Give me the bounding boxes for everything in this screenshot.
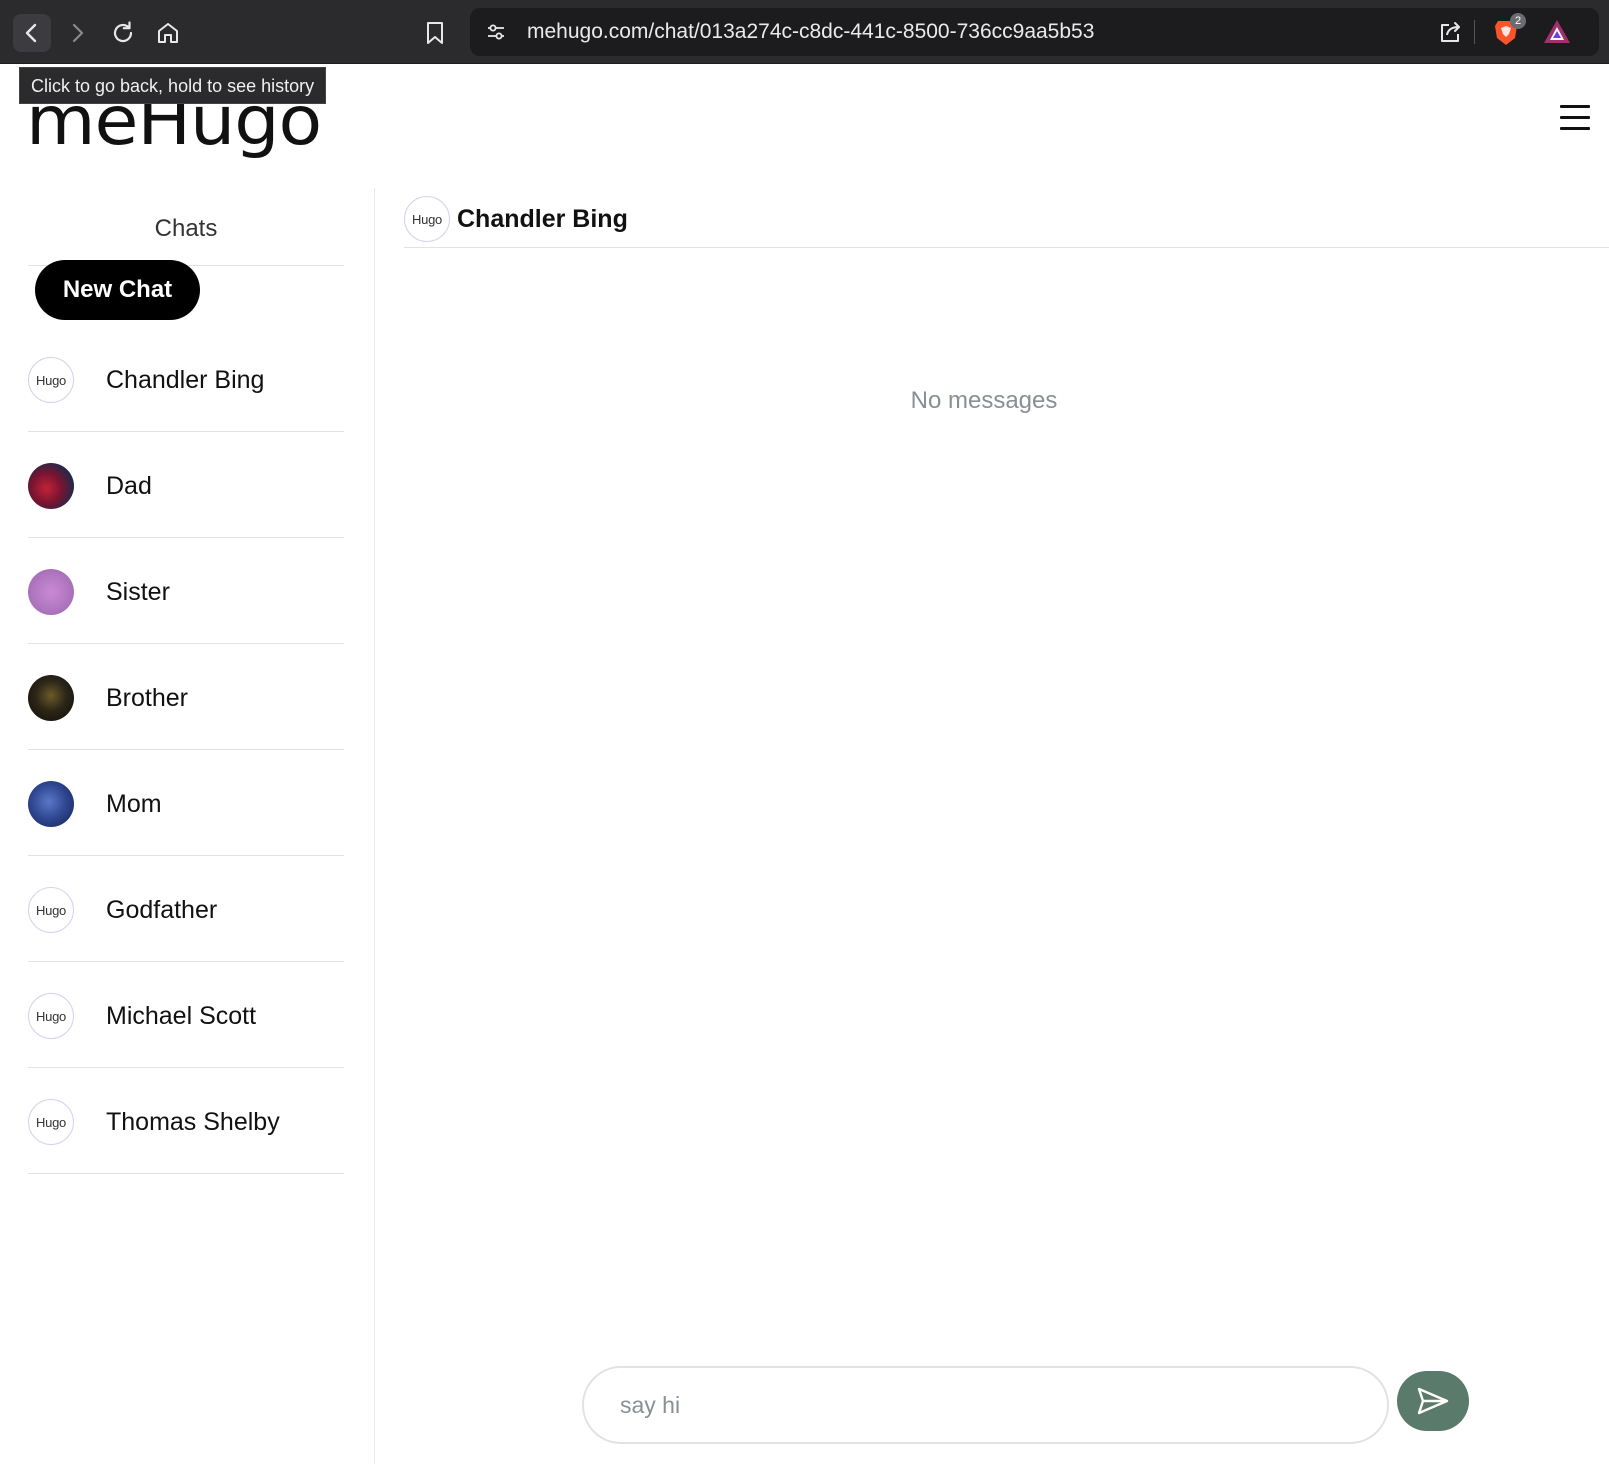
chat-list-item[interactable]: Brother [28, 644, 344, 750]
chat-name: Dad [106, 472, 152, 500]
active-chat-avatar: Hugo [404, 196, 450, 242]
chat-list: Hugo Chandler Bing Dad Sister Brother Mom Hugo… [28, 326, 344, 1174]
chevron-left-icon [25, 23, 37, 43]
chat-name: Sister [106, 578, 170, 606]
home-icon [158, 23, 178, 43]
address-bar[interactable]: mehugo.com/chat/013a274c-c8dc-441c-8500-… [470, 8, 1599, 56]
browser-toolbar: mehugo.com/chat/013a274c-c8dc-441c-8500-… [0, 0, 1609, 64]
shield-count-badge: 2 [1510, 13, 1526, 29]
site-settings-icon[interactable] [484, 20, 508, 44]
sidebar-title: Chats [28, 206, 344, 266]
menu-icon [1560, 105, 1590, 108]
chat-name: Mom [106, 790, 162, 818]
chat-list-item[interactable]: Hugo Chandler Bing [28, 326, 344, 432]
chat-list-item[interactable]: Mom [28, 750, 344, 856]
chat-avatar: Hugo [28, 993, 74, 1039]
new-chat-button[interactable]: New Chat [35, 260, 200, 320]
chat-avatar [28, 675, 74, 721]
bookmark-icon [427, 22, 443, 44]
chat-header: Hugo Chandler Bing [404, 190, 1609, 248]
toolbar-divider [1474, 20, 1475, 44]
chat-list-item[interactable]: Hugo Godfather [28, 856, 344, 962]
home-button[interactable] [149, 14, 187, 52]
chat-avatar [28, 781, 74, 827]
chat-name: Michael Scott [106, 1002, 257, 1030]
send-icon [1417, 1387, 1449, 1415]
bookmark-button[interactable] [416, 14, 454, 52]
chat-name: Thomas Shelby [106, 1108, 280, 1136]
chat-avatar: Hugo [28, 887, 74, 933]
forward-button[interactable] [58, 14, 96, 52]
chat-sidebar: Chats New Chat Hugo Chandler Bing Dad Siste… [0, 188, 375, 1464]
active-chat-name: Chandler Bing [457, 205, 628, 233]
reload-button[interactable] [104, 14, 142, 52]
brave-rewards-icon[interactable] [1542, 18, 1572, 46]
chat-name: Brother [106, 684, 188, 712]
chat-avatar: Hugo [28, 1099, 74, 1145]
chevron-right-icon [72, 23, 84, 43]
chat-list-item[interactable]: Hugo Michael Scott [28, 962, 344, 1068]
message-input[interactable] [582, 1366, 1389, 1444]
back-button[interactable] [13, 14, 51, 52]
url-text[interactable]: mehugo.com/chat/013a274c-c8dc-441c-8500-… [527, 20, 1094, 44]
menu-icon-bar [1560, 127, 1590, 130]
send-button[interactable] [1397, 1371, 1469, 1431]
menu-icon-bar [1560, 116, 1590, 119]
chat-name: Chandler Bing [106, 366, 265, 394]
chat-list-item[interactable]: Hugo Thomas Shelby [28, 1068, 344, 1174]
chat-list-item[interactable]: Sister [28, 538, 344, 644]
chat-name: Godfather [106, 896, 218, 924]
chat-avatar [28, 569, 74, 615]
chat-list-item[interactable]: Dad [28, 432, 344, 538]
back-button-tooltip: Click to go back, hold to see history [19, 67, 326, 104]
empty-messages-text: No messages [910, 387, 1058, 414]
chat-avatar [28, 463, 74, 509]
hamburger-menu-button[interactable] [1560, 105, 1590, 135]
chat-avatar: Hugo [28, 357, 74, 403]
reload-icon [113, 21, 133, 43]
share-icon[interactable] [1437, 18, 1465, 46]
